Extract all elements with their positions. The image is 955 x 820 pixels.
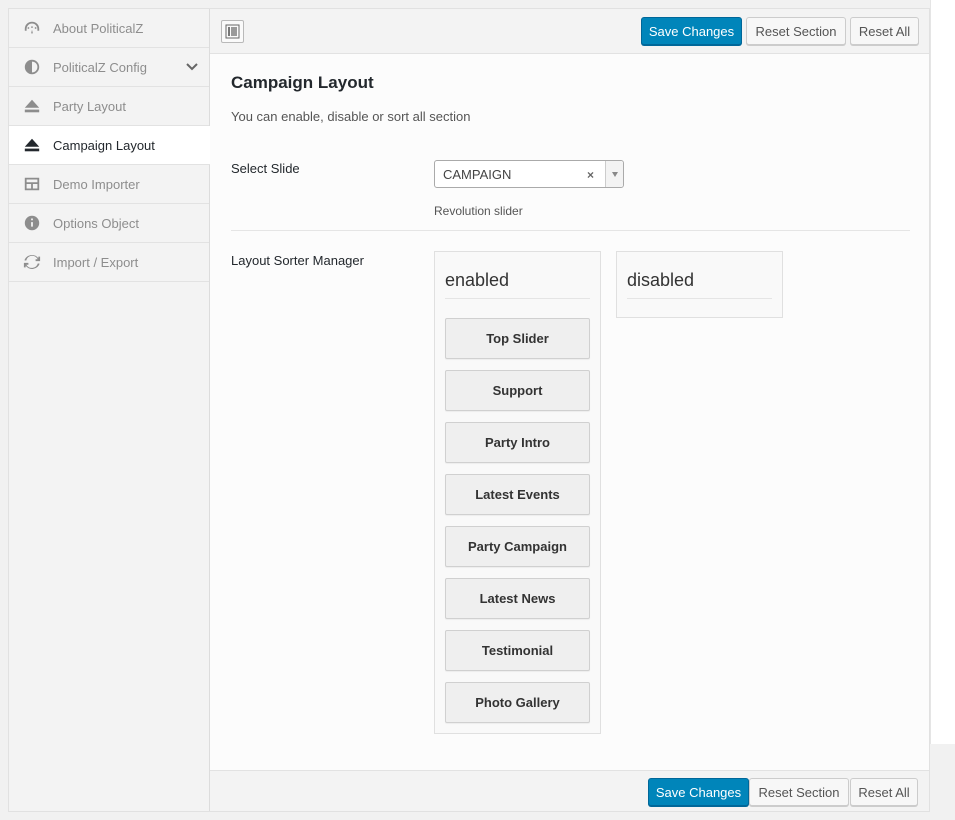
- dashboard-icon: [23, 19, 41, 37]
- section-description: You can enable, disable or sort all sect…: [231, 109, 471, 124]
- sortable-item-latest-events[interactable]: Latest Events: [445, 474, 590, 515]
- expand-options-button[interactable]: [221, 20, 244, 43]
- sidebar-item-label: Import / Export: [53, 254, 139, 270]
- eject-icon: [23, 136, 41, 154]
- header-toolbar: Save Changes Reset Section Reset All: [210, 9, 929, 54]
- chevron-down-icon[interactable]: [185, 60, 199, 74]
- sidebar-item-about[interactable]: About PoliticalZ: [9, 9, 209, 48]
- sidebar-item-label: Campaign Layout: [53, 137, 155, 153]
- right-scroll-strip: [930, 0, 955, 744]
- sidebar-item-import-export[interactable]: Import / Export: [9, 243, 209, 282]
- contrast-icon: [23, 58, 41, 76]
- divider: [627, 298, 772, 299]
- sidebar-item-demo-importer[interactable]: Demo Importer: [9, 165, 209, 204]
- save-changes-button[interactable]: Save Changes: [648, 778, 749, 806]
- sortable-item-photo-gallery[interactable]: Photo Gallery: [445, 682, 590, 723]
- sortable-item-party-campaign[interactable]: Party Campaign: [445, 526, 590, 567]
- sortable-item-latest-news[interactable]: Latest News: [445, 578, 590, 619]
- layout-sorter-label: Layout Sorter Manager: [231, 253, 364, 268]
- sidebar-item-label: Demo Importer: [53, 176, 140, 192]
- select-slide-dropdown[interactable]: CAMPAIGN ×: [434, 160, 624, 188]
- divider: [445, 298, 590, 299]
- sortable-item-top-slider[interactable]: Top Slider: [445, 318, 590, 359]
- options-panel: About PoliticalZ PoliticalZ Config Party…: [8, 8, 930, 812]
- enabled-title: enabled: [445, 270, 510, 290]
- reset-section-button[interactable]: Reset Section: [749, 778, 849, 806]
- main-content: Campaign Layout You can enable, disable …: [210, 54, 929, 770]
- layout-icon: [23, 175, 41, 193]
- refresh-icon: [23, 253, 41, 271]
- sidebar-item-options-object[interactable]: Options Object: [9, 204, 209, 243]
- chevron-down-icon[interactable]: [605, 161, 623, 187]
- sidebar-item-campaign-layout[interactable]: Campaign Layout: [9, 126, 211, 165]
- sortable-item-support[interactable]: Support: [445, 370, 590, 411]
- sidebar-item-config[interactable]: PoliticalZ Config: [9, 48, 209, 87]
- disabled-title: disabled: [627, 270, 695, 290]
- info-icon: [23, 214, 41, 232]
- sidebar-item-label: About PoliticalZ: [53, 20, 144, 36]
- layout-icon: [225, 24, 240, 39]
- reset-all-button[interactable]: Reset All: [850, 778, 918, 806]
- sortable-item-testimonial[interactable]: Testimonial: [445, 630, 590, 671]
- reset-all-button[interactable]: Reset All: [850, 17, 919, 45]
- reset-section-button[interactable]: Reset Section: [746, 17, 846, 45]
- footer-toolbar: Save Changes Reset Section Reset All: [210, 770, 929, 811]
- page-title: Campaign Layout: [231, 73, 374, 92]
- sidebar-item-party-layout[interactable]: Party Layout: [9, 87, 209, 126]
- clear-icon[interactable]: ×: [587, 168, 594, 182]
- sortable-item-party-intro[interactable]: Party Intro: [445, 422, 590, 463]
- sidebar-item-label: Party Layout: [53, 98, 126, 114]
- selected-value: CAMPAIGN: [443, 167, 512, 182]
- eject-icon: [23, 97, 41, 115]
- sidebar-item-label: Options Object: [53, 215, 139, 231]
- select-slide-description: Revolution slider: [434, 204, 523, 218]
- enabled-column[interactable]: enabled Top Slider Support Party Intro L…: [434, 251, 601, 734]
- sidebar: About PoliticalZ PoliticalZ Config Party…: [9, 9, 211, 811]
- sidebar-item-label: PoliticalZ Config: [53, 59, 147, 75]
- save-changes-button[interactable]: Save Changes: [641, 17, 742, 45]
- disabled-column[interactable]: disabled: [616, 251, 783, 318]
- divider: [231, 230, 910, 231]
- select-slide-label: Select Slide: [231, 161, 300, 176]
